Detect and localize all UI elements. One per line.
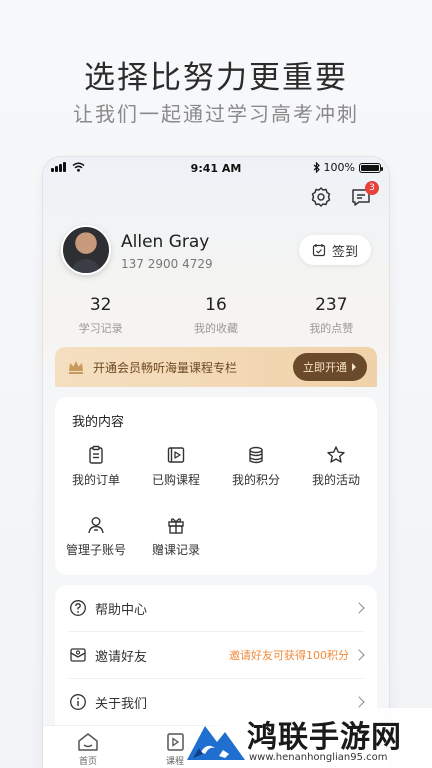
stat-value: 16 [205,295,227,315]
clipboard-icon [89,445,103,464]
battery-percent: 100% [323,161,355,174]
stat-label: 学习记录 [78,322,123,335]
stats-row: 32 学习记录 16 我的收藏 237 我的点赞 [43,295,389,336]
menu-item-label: 帮助中心 [95,602,148,618]
vip-text: 开通会员畅听海量课程专栏 [93,361,238,375]
my-content-title: 我的内容 [72,415,125,430]
stat-label: 我的收藏 [193,322,238,335]
battery-icon [359,162,383,173]
avatar[interactable] [61,225,111,275]
coins-icon [249,446,263,464]
invite-reward-text: 邀请好友可获得100积分 [229,649,349,662]
watermark-logo [187,726,245,760]
home-icon [78,733,98,751]
menu-item-invite[interactable]: 邀请好友 邀请好友可获得100积分 [55,632,377,678]
settings-button[interactable] [309,185,333,209]
grid-item-label: 已购课程 [151,473,200,487]
grid-item-label: 赠课记录 [151,543,200,557]
tab-home[interactable]: 首页 [58,732,118,767]
user-name: Allen Gray [121,232,210,252]
menu-item-help[interactable]: 帮助中心 [55,585,377,631]
vip-banner[interactable]: 开通会员畅听海量课程专栏 立即开通 [55,347,377,387]
gear-icon [311,187,331,207]
user-phone: 137 2900 4729 [121,257,213,271]
stat-study-records[interactable]: 32 学习记录 [43,295,158,336]
phone-frame: 9:41 AM 100% 3 Allen Gray 137 2900 4729 … [43,157,389,768]
profile-section: Allen Gray 137 2900 4729 签到 [61,225,371,277]
grid-item-label: 管理子账号 [65,543,126,557]
grid-item-label: 我的活动 [311,473,360,487]
grid-item-points[interactable]: 我的积分 [217,445,295,488]
stat-value: 32 [89,295,112,315]
stat-likes[interactable]: 237 我的点赞 [274,295,389,336]
bluetooth-icon [313,162,320,173]
gift-icon [168,518,184,534]
stat-label: 我的点赞 [309,322,354,335]
chevron-right-icon [353,696,365,708]
course-icon [167,733,184,751]
grid-item-manage-subaccounts[interactable]: 管理子账号 [57,515,135,558]
hero-title: 选择比努力更重要 [84,60,348,96]
invite-icon [70,648,86,662]
messages-button[interactable]: 3 [349,181,379,209]
help-icon [70,600,86,616]
watermark-title: 鸿联手游网 [247,720,402,755]
grid-item-orders[interactable]: 我的订单 [57,445,135,488]
menu-item-label: 邀请好友 [95,649,148,665]
vip-open-button[interactable]: 立即开通 [293,353,367,381]
grid-item-purchased-courses[interactable]: 已购课程 [137,445,215,488]
star-icon [327,446,345,463]
stat-value: 237 [315,295,348,315]
stat-favorites[interactable]: 16 我的收藏 [158,295,273,336]
checkin-button[interactable]: 签到 [299,235,371,265]
hero-subtitle: 让我们一起通过学习高考冲刺 [73,102,359,126]
grid-item-label: 我的订单 [71,473,120,487]
chevron-right-icon [353,602,365,614]
site-watermark: 鸿联手游网 www.henanhonglian95.com [185,708,432,768]
tab-label: 首页 [78,757,97,767]
calendar-check-icon [312,244,326,257]
play-book-icon [167,447,185,463]
checkin-label: 签到 [331,244,358,260]
grid-item-activities[interactable]: 我的活动 [297,445,375,488]
message-badge: 3 [365,181,379,195]
info-icon [70,694,86,710]
vip-button-label: 立即开通 [303,361,347,374]
grid-item-label: 我的积分 [231,473,280,487]
status-bar: 9:41 AM 100% [43,157,389,179]
user-manage-icon [88,517,104,534]
tab-label: 课程 [165,757,184,767]
caret-right-icon [352,363,356,371]
crown-icon [69,361,83,374]
watermark-url: www.henanhonglian95.com [249,752,388,763]
my-content-card: 我的内容 我的订单 已购课程 我的积分 我的活动 管理子账号 赠课记录 [55,397,377,575]
grid-item-gift-records[interactable]: 赠课记录 [137,515,215,558]
chevron-right-icon [353,649,365,661]
